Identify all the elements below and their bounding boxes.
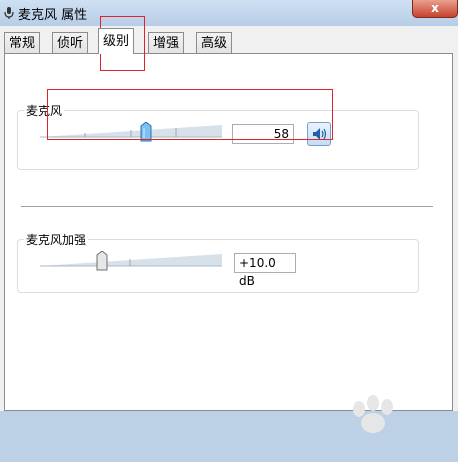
microphone-slider-track[interactable] xyxy=(40,124,222,140)
tab-listen[interactable]: 侦听 xyxy=(52,32,89,53)
tab-levels[interactable]: 级别 xyxy=(98,28,135,54)
close-icon: x xyxy=(431,1,439,15)
microphone-icon xyxy=(4,7,14,19)
microphone-slider-thumb[interactable] xyxy=(140,122,152,142)
tab-advanced[interactable]: 高级 xyxy=(196,32,233,53)
speaker-icon xyxy=(313,128,327,140)
levels-panel: 麦克风 58 麦克风加强 +10.0 dB xyxy=(4,53,453,433)
microphone-group: 麦克风 58 xyxy=(17,102,419,170)
boost-label: 麦克风加强 xyxy=(24,231,89,248)
window-body: 常规 侦听 级别 增强 高级 麦克风 58 麦克风加强 +10.0 dB xyxy=(0,26,458,433)
close-button[interactable]: x xyxy=(412,0,458,18)
boost-slider-track[interactable] xyxy=(40,253,222,269)
tab-enhancements[interactable]: 增强 xyxy=(148,32,185,53)
baidu-paw-icon xyxy=(353,395,393,433)
boost-slider-thumb[interactable] xyxy=(96,251,108,271)
title-bar: 麦克风 属性 x xyxy=(0,0,458,26)
section-divider xyxy=(21,206,433,207)
tab-general[interactable]: 常规 xyxy=(4,32,41,53)
mute-button[interactable] xyxy=(307,122,331,146)
microphone-label: 麦克风 xyxy=(24,102,65,119)
boost-group: 麦克风加强 +10.0 dB xyxy=(17,231,419,293)
baidu-watermark xyxy=(311,379,458,459)
window-title: 麦克风 属性 xyxy=(18,8,88,23)
boost-value-input[interactable]: +10.0 dB xyxy=(234,253,296,288)
microphone-level-input[interactable]: 58 xyxy=(232,124,294,144)
